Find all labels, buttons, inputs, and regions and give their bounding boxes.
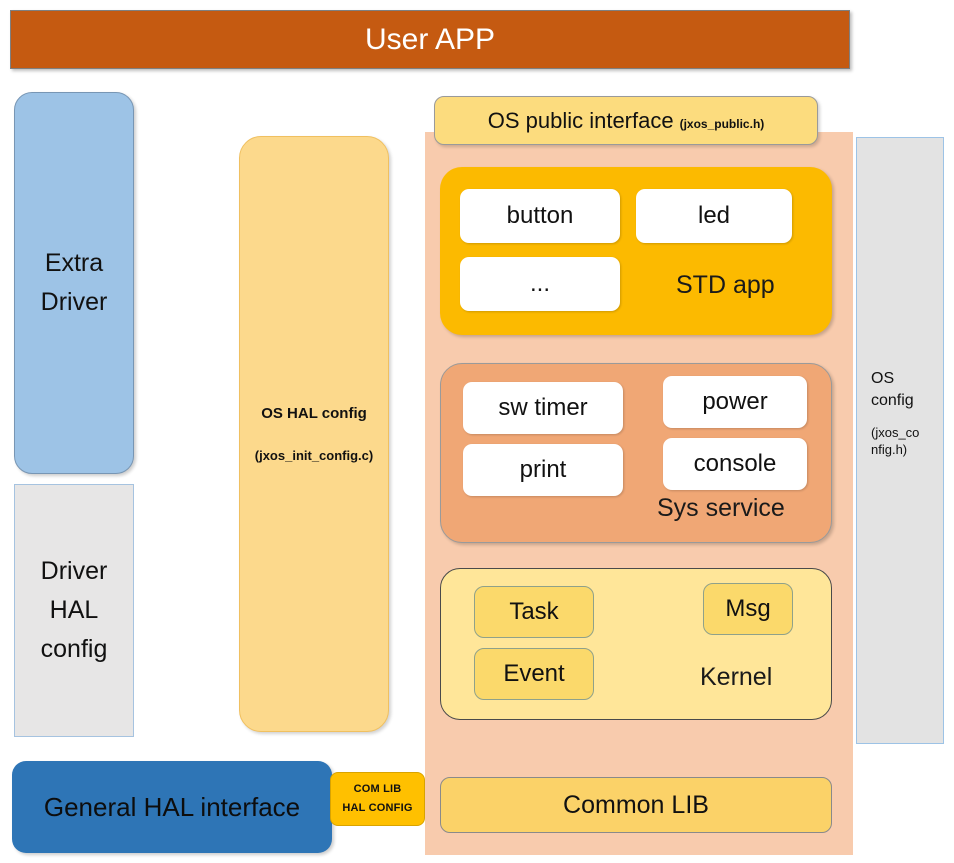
kernel-item-task: Task <box>474 586 594 638</box>
kernel-item-msg-label: Msg <box>725 595 771 622</box>
os-hal-config-file: (jxos_init_config.c) <box>254 448 374 463</box>
driver-hal-config-line2: HAL <box>49 596 99 625</box>
sys-service-item-print: print <box>463 444 623 496</box>
common-lib-block: Common LIB <box>440 777 832 833</box>
diagram-canvas: User APP Extra Driver Driver HAL config … <box>0 0 954 863</box>
sys-service-item-sw-timer: sw timer <box>463 382 623 434</box>
os-config-block: OS config (jxos_co nfig.h) <box>856 137 944 744</box>
os-config-file-line2: nfig.h) <box>871 442 908 458</box>
sys-service-item-power: power <box>663 376 807 428</box>
os-config-file-line1: (jxos_co <box>871 425 920 441</box>
os-config-title-line1: OS <box>871 370 895 387</box>
extra-driver-label-line2: Driver <box>40 288 108 316</box>
general-hal-interface-block: General HAL interface <box>12 761 332 853</box>
com-lib-hal-config-block: COM LIB HAL CONFIG <box>330 772 425 826</box>
os-public-interface-block: OS public interface (jxos_public.h) <box>434 96 818 145</box>
os-hal-config-block: OS HAL config (jxos_init_config.c) <box>239 136 389 732</box>
std-app-item-button: button <box>460 189 620 243</box>
sys-service-group-label: Sys service <box>657 494 785 522</box>
kernel-item-event-label: Event <box>503 660 565 687</box>
general-hal-interface-label: General HAL interface <box>43 791 301 822</box>
driver-hal-config-block: Driver HAL config <box>14 484 134 737</box>
user-app-block: User APP <box>10 10 850 69</box>
std-app-item-button-label: button <box>506 202 574 229</box>
std-app-group: button led ... STD app <box>440 167 832 335</box>
extra-driver-label-line1: Extra <box>44 249 104 278</box>
std-app-item-led-label: led <box>697 202 731 229</box>
std-app-item-led: led <box>636 189 792 243</box>
driver-hal-config-line3: config <box>40 634 108 663</box>
driver-hal-config-line1: Driver <box>40 557 108 586</box>
com-lib-hal-config-line1: COM LIB <box>353 782 402 795</box>
os-public-interface-file: (jxos_public.h) <box>679 116 765 131</box>
os-config-text-group: OS config (jxos_co nfig.h) <box>871 368 941 459</box>
std-app-group-label: STD app <box>676 271 775 299</box>
com-lib-hal-config-line2: HAL CONFIG <box>342 802 413 814</box>
extra-driver-block: Extra Driver <box>14 92 134 474</box>
kernel-item-event: Event <box>474 648 594 700</box>
os-config-title-line2: config <box>871 391 914 409</box>
std-app-item-more: ... <box>460 257 620 311</box>
kernel-item-task-label: Task <box>509 598 559 625</box>
os-hal-config-title: OS HAL config <box>261 405 367 422</box>
kernel-group: Task Msg Event Kernel <box>440 568 832 720</box>
sys-service-item-console: console <box>663 438 807 490</box>
os-public-interface-title: OS public interface <box>487 107 674 133</box>
sys-service-item-print-label: print <box>519 456 567 483</box>
std-app-item-more-label: ... <box>529 270 550 297</box>
sys-service-item-power-label: power <box>702 388 768 415</box>
sys-service-group: sw timer power print console Sys service <box>440 363 832 543</box>
kernel-item-msg: Msg <box>703 583 793 635</box>
sys-service-item-sw-timer-label: sw timer <box>498 394 588 421</box>
sys-service-item-console-label: console <box>693 450 777 477</box>
user-app-label: User APP <box>364 22 496 56</box>
kernel-group-label: Kernel <box>700 663 773 691</box>
common-lib-label: Common LIB <box>563 790 709 819</box>
